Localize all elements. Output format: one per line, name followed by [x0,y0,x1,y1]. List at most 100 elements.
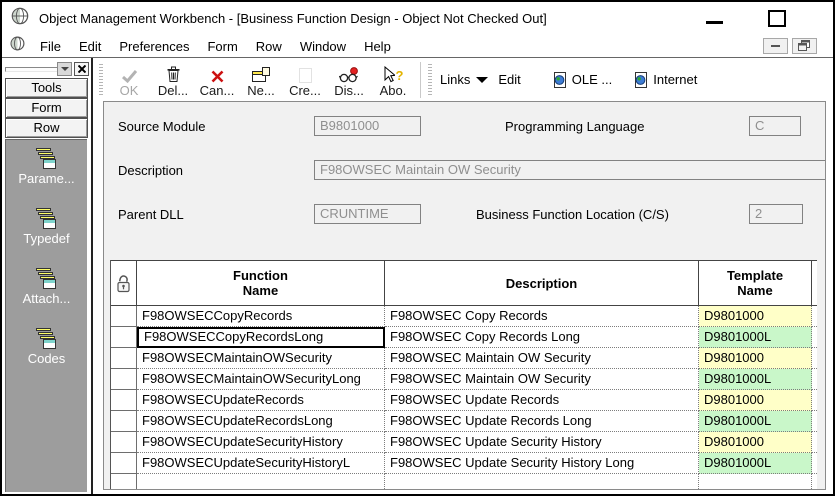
description-cell[interactable]: F98OWSEC Copy Records [385,306,699,327]
row-selector[interactable] [111,474,137,490]
sidebar-item-parameters[interactable]: Parame... [6,148,87,186]
table-row: F98OWSECCopyRecordsLong F98OWSEC Copy Re… [111,327,817,348]
internet-button[interactable]: Internet [634,72,697,88]
description-cell[interactable]: F98OWSEC Update Records [385,390,699,411]
bf-location-field[interactable]: 2 [749,204,803,224]
description-cell[interactable]: F98OWSEC Update Security History Long [385,453,699,474]
menu-window[interactable]: Window [291,37,355,56]
description-cell[interactable]: F98OWSEC Maintain OW Security [385,348,699,369]
window-title: Object Management Workbench - [Business … [39,11,547,26]
mdi-restore-button[interactable] [792,38,817,54]
sidebar-tab-form[interactable]: Form [5,98,88,118]
sidebar-item-attachments[interactable]: Attach... [6,268,87,306]
table-row: F98OWSECUpdateSecurityHistory F98OWSEC U… [111,432,817,453]
unlock-icon [116,274,131,293]
function-name-cell[interactable]: F98OWSECMaintainOWSecurityLong [137,369,385,390]
template-name-cell[interactable]: D9801000 [699,306,812,327]
overflow-cell [812,348,817,369]
ok-button[interactable]: OK [107,60,151,100]
function-name-cell[interactable]: F98OWSECMaintainOWSecurity [137,348,385,369]
menu-file[interactable]: File [31,37,70,56]
maximize-button[interactable] [768,10,786,27]
links-dropdown-icon[interactable] [476,77,488,83]
create-button[interactable]: Cre... [283,60,327,100]
sidebar-tab-tools[interactable]: Tools [5,78,88,98]
delete-button[interactable]: Del... [151,60,195,100]
bf-location-label: Business Function Location (C/S) [476,207,669,222]
template-name-cell[interactable]: D9801000L [699,369,812,390]
mdi-minimize-button[interactable] [763,38,788,54]
description-cell[interactable]: F98OWSEC Update Records Long [385,411,699,432]
sidebar-close-button[interactable] [74,62,89,76]
codes-icon [35,328,59,349]
programming-language-field[interactable]: C [749,116,801,136]
menu-edit[interactable]: Edit [70,37,110,56]
sidebar-toolbar-handle [2,58,91,78]
row-selector[interactable] [111,453,137,474]
template-name-cell[interactable]: D9801000 [699,348,812,369]
function-name-cell[interactable] [137,474,385,490]
row-selector[interactable] [111,369,137,390]
description-cell[interactable]: F98OWSEC Maintain OW Security [385,369,699,390]
function-name-cell[interactable]: F98OWSECUpdateSecurityHistory [137,432,385,453]
description-field[interactable]: F98OWSEC Maintain OW Security [314,160,826,180]
table-row: F98OWSECUpdateSecurityHistoryL F98OWSEC … [111,453,817,474]
row-selector[interactable] [111,306,137,327]
sidebar-slider-track[interactable] [5,67,57,72]
ole-button[interactable]: OLE ... [553,72,612,88]
typedef-icon [35,208,59,229]
menu-preferences[interactable]: Preferences [110,37,198,56]
template-name-cell[interactable]: D9801000L [699,327,812,348]
table-row: F98OWSECUpdateRecordsLong F98OWSEC Updat… [111,411,817,432]
source-module-field[interactable]: B9801000 [314,116,421,136]
description-cell[interactable]: F98OWSEC Update Security History [385,432,699,453]
parent-dll-field[interactable]: CRUNTIME [314,204,421,224]
overflow-cell [812,306,817,327]
template-name-cell[interactable]: D9801000 [699,390,812,411]
minimize-button[interactable] [706,21,723,24]
template-name-cell[interactable] [699,474,812,490]
cancel-button[interactable]: Can... [195,60,239,100]
system-menu-globe-icon[interactable] [10,36,25,56]
close-icon [78,65,86,73]
overflow-cell [812,369,817,390]
template-name-cell[interactable]: D9801000L [699,453,812,474]
new-button[interactable]: Ne... [239,60,283,100]
description-cell[interactable] [385,474,699,490]
toolbar-gripper[interactable] [99,64,103,96]
sidebar-item-codes[interactable]: Codes [6,328,87,366]
parent-dll-label: Parent DLL [118,207,184,222]
new-form-icon [252,65,271,83]
function-name-cell[interactable]: F98OWSECCopyRecords [137,306,385,327]
template-name-cell[interactable]: D9801000L [699,411,812,432]
function-name-cell[interactable]: F98OWSECUpdateSecurityHistoryL [137,453,385,474]
row-selector[interactable] [111,390,137,411]
menu-help[interactable]: Help [355,37,400,56]
table-row: F98OWSECUpdateRecords F98OWSEC Update Re… [111,390,817,411]
create-page-icon [299,65,312,83]
menu-row[interactable]: Row [247,37,291,56]
row-selector[interactable] [111,327,137,348]
function-name-cell[interactable]: F98OWSECUpdateRecords [137,390,385,411]
toolbar-gripper[interactable] [428,64,432,96]
links-label[interactable]: Links [440,72,470,87]
sidebar-tab-row[interactable]: Row [5,118,88,138]
template-name-cell[interactable]: D9801000 [699,432,812,453]
about-button[interactable]: ? Abo. [371,60,415,100]
menu-form[interactable]: Form [198,37,246,56]
display-button[interactable]: Dis... [327,60,371,100]
internet-document-globe-icon [634,72,648,88]
ok-checkmark-icon [121,65,138,83]
overflow-cell [812,453,817,474]
row-selector[interactable] [111,432,137,453]
row-selector[interactable] [111,348,137,369]
sidebar-item-typedef[interactable]: Typedef [6,208,87,246]
overflow-cell [812,432,817,453]
app-globe-icon[interactable] [11,7,29,30]
row-selector[interactable] [111,411,137,432]
sidebar-dropdown-button[interactable] [57,62,72,76]
function-name-cell[interactable]: F98OWSECUpdateRecordsLong [137,411,385,432]
links-edit-button[interactable]: Edit [498,72,520,87]
description-cell[interactable]: F98OWSEC Copy Records Long [385,327,699,348]
function-name-cell-selected[interactable]: F98OWSECCopyRecordsLong [137,327,385,348]
